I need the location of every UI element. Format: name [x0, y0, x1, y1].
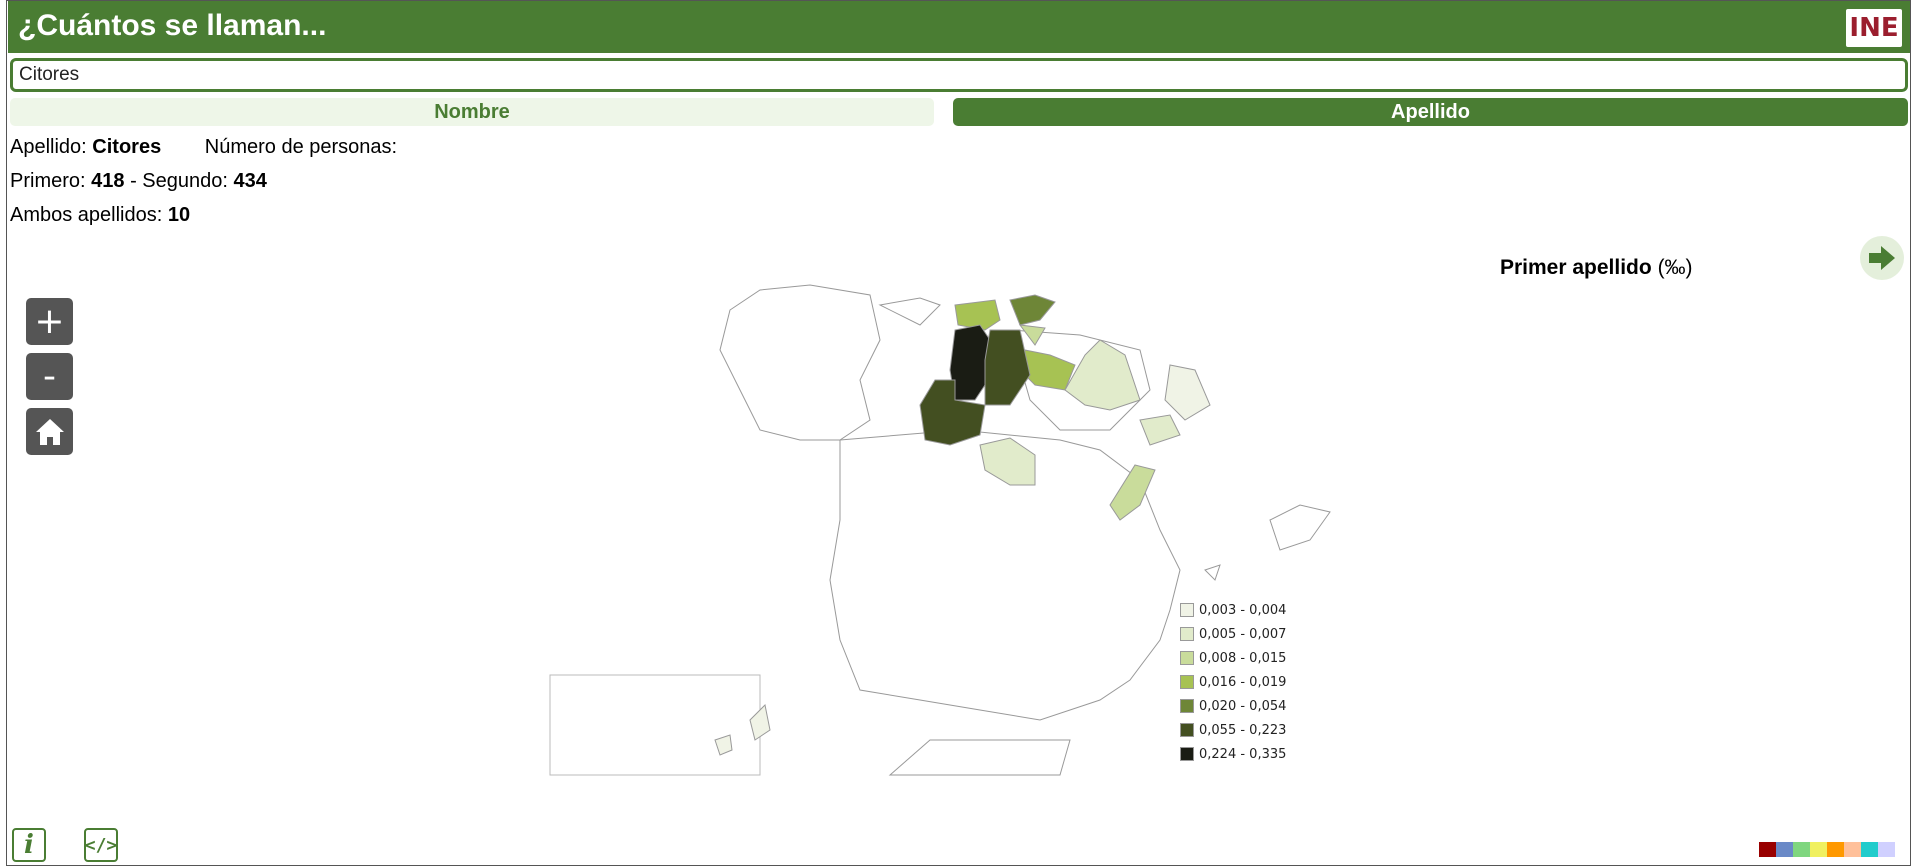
info-button[interactable]: i [12, 828, 46, 862]
legend-label: 0,224 - 0,335 [1199, 746, 1287, 762]
primero-value: 418 [91, 170, 125, 192]
palette-swatch[interactable] [1878, 842, 1895, 857]
embed-code-button[interactable]: </> [84, 828, 118, 862]
map-title-text: Primer apellido [1500, 256, 1652, 279]
palette-swatch[interactable] [1759, 842, 1776, 857]
arrow-right-icon [1869, 246, 1895, 270]
info-icon: i [24, 830, 34, 860]
palette-swatch[interactable] [1861, 842, 1878, 857]
legend-item: 0,016 - 0,019 [1180, 670, 1286, 694]
palette-swatch[interactable] [1844, 842, 1861, 857]
province-shape [1139, 414, 1181, 446]
apellido-value: Citores [92, 136, 162, 158]
province-shape [949, 324, 991, 401]
palette-swatch[interactable] [1827, 842, 1844, 857]
tab-apellido[interactable]: Apellido [953, 98, 1908, 126]
primero-label: Primero: [10, 170, 86, 192]
province-shape [1269, 504, 1331, 551]
map-title: Primer apellido (‰) [1500, 256, 1693, 280]
province-shape [714, 734, 733, 756]
legend-swatch [1180, 675, 1194, 689]
legend-item: 0,055 - 0,223 [1180, 718, 1286, 742]
legend-item: 0,008 - 0,015 [1180, 646, 1286, 670]
ambos-value: 10 [167, 204, 191, 226]
province-shape [719, 284, 881, 441]
map-title-unit: (‰) [1657, 256, 1693, 279]
apellido-label: Apellido: [10, 136, 87, 158]
zoom-in-button[interactable]: + [26, 298, 73, 345]
legend-item: 0,224 - 0,335 [1180, 742, 1286, 766]
legend-swatch [1180, 651, 1194, 665]
personas-label: Número de personas: [204, 136, 398, 158]
app-title: ¿Cuántos se llaman... [18, 9, 327, 42]
legend-label: 0,008 - 0,015 [1199, 650, 1287, 666]
province-shape [888, 739, 1071, 776]
code-icon: </> [84, 834, 118, 856]
header-bar: ¿Cuántos se llaman... INE [8, 1, 1910, 53]
legend-item: 0,020 - 0,054 [1180, 694, 1286, 718]
province-shape [1009, 294, 1056, 326]
home-icon [35, 418, 64, 445]
apellido-line: Apellido: Citores Número de personas: [10, 136, 397, 159]
primero-line: Primero: 418 - Segundo: 434 [10, 170, 267, 193]
legend-swatch [1180, 723, 1194, 737]
legend-label: 0,020 - 0,054 [1199, 698, 1287, 714]
legend-label: 0,016 - 0,019 [1199, 674, 1287, 690]
next-arrow-button[interactable] [1860, 236, 1904, 280]
legend-swatch [1180, 699, 1194, 713]
province-shape [1204, 564, 1221, 581]
legend-label: 0,055 - 0,223 [1199, 722, 1287, 738]
ambos-line: Ambos apellidos: 10 [10, 204, 190, 227]
legend-label: 0,005 - 0,007 [1199, 626, 1287, 642]
home-button[interactable] [26, 408, 73, 455]
palette-swatch[interactable] [1810, 842, 1827, 857]
province-shape [878, 297, 941, 326]
canarias-inset [549, 674, 761, 776]
ine-logo: INE [1846, 9, 1902, 47]
color-palette[interactable] [1759, 842, 1895, 857]
palette-swatch[interactable] [1793, 842, 1810, 857]
legend-item: 0,005 - 0,007 [1180, 622, 1286, 646]
search-input[interactable]: Citores [10, 58, 1908, 92]
legend-item: 0,003 - 0,004 [1180, 598, 1286, 622]
segundo-value: 434 [233, 170, 267, 192]
province-shape [749, 703, 771, 741]
province-shape [1164, 364, 1211, 421]
tab-nombre[interactable]: Nombre [10, 98, 934, 126]
zoom-out-button[interactable]: - [26, 353, 73, 400]
legend-swatch [1180, 627, 1194, 641]
legend-label: 0,003 - 0,004 [1199, 602, 1287, 618]
logo-text: INE [1849, 13, 1899, 43]
palette-swatch[interactable] [1776, 842, 1793, 857]
ambos-label: Ambos apellidos: [10, 204, 163, 226]
legend-swatch [1180, 747, 1194, 761]
legend-swatch [1180, 603, 1194, 617]
segundo-label: - Segundo: [130, 170, 228, 192]
map-legend: 0,003 - 0,004 0,005 - 0,007 0,008 - 0,01… [1180, 598, 1286, 766]
